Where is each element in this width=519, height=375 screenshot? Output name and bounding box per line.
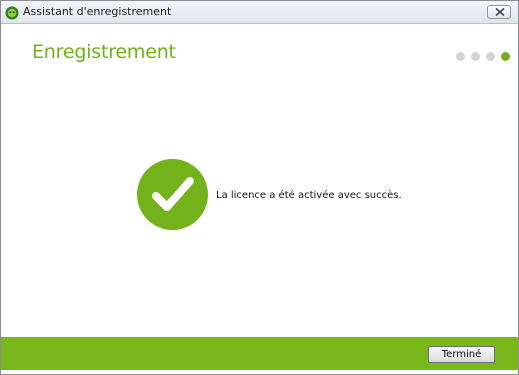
step-dot-2 — [471, 52, 480, 61]
success-badge — [137, 159, 208, 230]
step-dot-1 — [456, 52, 465, 61]
close-icon — [495, 8, 505, 16]
app-icon — [5, 5, 19, 20]
page-title: Enregistrement — [32, 41, 176, 63]
step-dot-4-active — [501, 52, 510, 61]
registration-window: Assistant d'enregistrement Enregistremen… — [0, 0, 519, 375]
step-dot-3 — [486, 52, 495, 61]
window-title: Assistant d'enregistrement — [23, 5, 172, 18]
finish-button[interactable]: Terminé — [428, 346, 495, 363]
title-bar: Assistant d'enregistrement — [1, 1, 518, 24]
checkmark-icon — [152, 177, 194, 211]
close-button[interactable] — [487, 5, 511, 19]
success-message: La licence a été activée avec succès. — [216, 190, 402, 201]
